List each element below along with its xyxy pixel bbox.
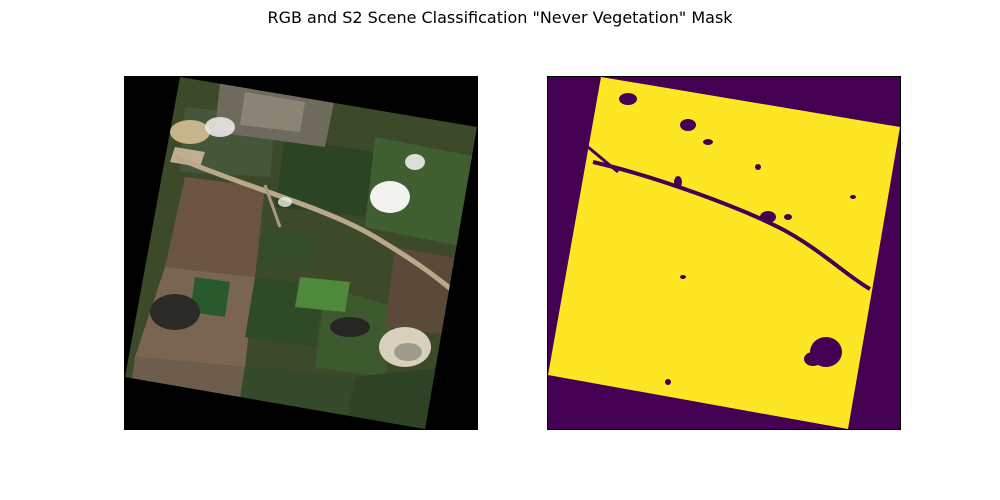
figure-title: RGB and S2 Scene Classification "Never V…: [267, 8, 733, 27]
rgb-image-panel: [124, 76, 478, 430]
never-vegetation-mask: [548, 77, 900, 429]
mask-image-panel: [547, 76, 901, 430]
rgb-satellite-image: [125, 77, 477, 429]
